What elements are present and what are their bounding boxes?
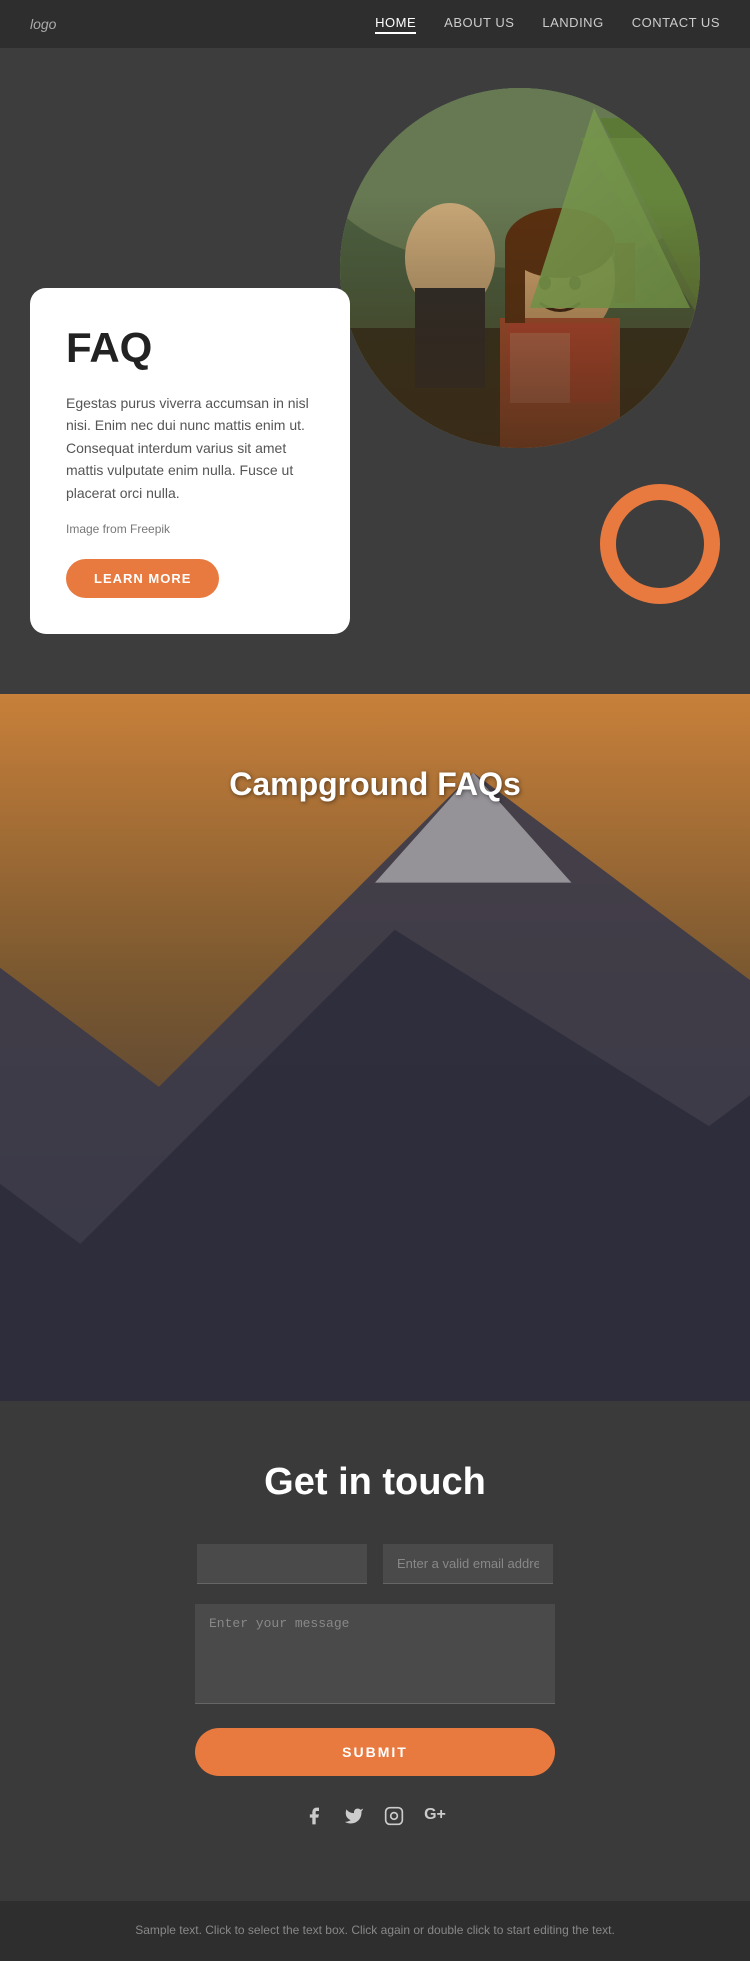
googleplus-icon[interactable]: G+ (424, 1806, 446, 1831)
hero-circle-image (340, 88, 700, 448)
learn-more-button[interactable]: LEARN MORE (66, 559, 219, 598)
image-credit: Image from Freepik (66, 520, 314, 539)
hero-image-inner (340, 88, 700, 448)
nav-links: HOME ABOUT US LANDING CONTACT US (375, 15, 720, 34)
nav-about[interactable]: ABOUT US (444, 15, 514, 34)
facebook-icon[interactable] (304, 1806, 324, 1831)
campground-section: Campground FAQs How can I make a booking… (0, 694, 750, 1401)
submit-button[interactable]: SUBMIT (195, 1728, 555, 1776)
faq-description: Egestas purus viverra accumsan in nisl n… (66, 392, 314, 504)
navbar: logo HOME ABOUT US LANDING CONTACT US (0, 0, 750, 48)
nav-landing[interactable]: LANDING (542, 15, 603, 34)
email-input[interactable] (383, 1544, 553, 1584)
message-textarea[interactable] (195, 1604, 555, 1704)
logo: logo (30, 16, 56, 32)
contact-section: Get in touch SUBMIT G+ (0, 1401, 750, 1901)
social-icons: G+ (30, 1806, 720, 1831)
nav-contact[interactable]: CONTACT US (632, 15, 720, 34)
campground-bg: Campground FAQs (0, 694, 750, 874)
hero-section: FAQ Egestas purus viverra accumsan in ni… (0, 48, 750, 694)
orange-decorative-circle (600, 484, 720, 604)
instagram-icon[interactable] (384, 1806, 404, 1831)
footer: Sample text. Click to select the text bo… (0, 1901, 750, 1960)
footer-text: Sample text. Click to select the text bo… (30, 1921, 720, 1940)
form-row-name-email (30, 1544, 720, 1584)
campground-title: Campground FAQs (229, 766, 521, 803)
twitter-icon[interactable] (344, 1806, 364, 1831)
faq-card: FAQ Egestas purus viverra accumsan in ni… (30, 288, 350, 634)
contact-title: Get in touch (30, 1461, 720, 1504)
nav-home[interactable]: HOME (375, 15, 416, 34)
name-input[interactable] (197, 1544, 367, 1584)
faq-title: FAQ (66, 324, 314, 372)
hero-svg (340, 88, 700, 448)
